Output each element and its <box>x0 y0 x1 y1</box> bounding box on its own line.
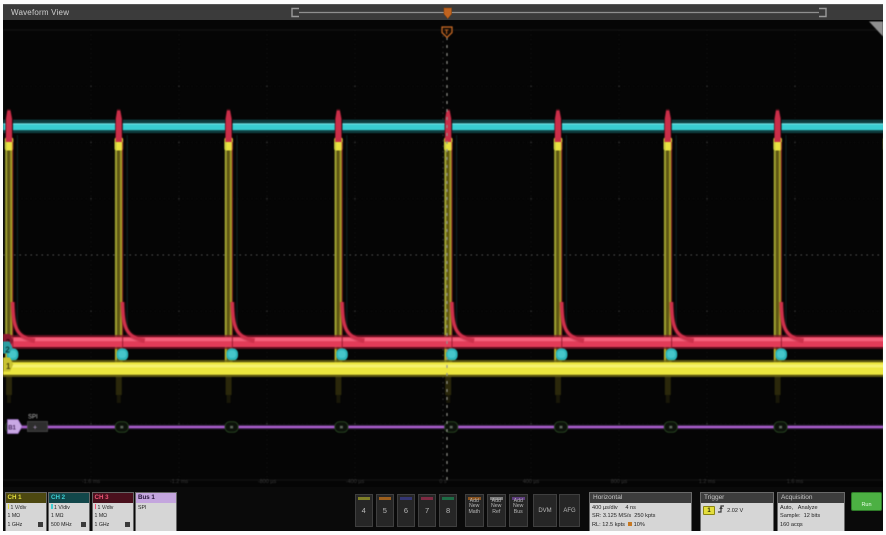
svg-text:-800 µs: -800 µs <box>258 479 277 485</box>
svg-text:+: + <box>33 425 37 432</box>
svg-text:-1.6 ms: -1.6 ms <box>82 479 101 485</box>
svg-text:1.2 ms: 1.2 ms <box>699 479 716 485</box>
svg-text:0 s: 0 s <box>439 479 447 485</box>
svg-text:400 µs: 400 µs <box>523 479 540 485</box>
svg-text:2: 2 <box>5 346 10 355</box>
svg-text:B1: B1 <box>8 426 16 432</box>
svg-text:800 µs: 800 µs <box>611 479 628 485</box>
svg-text:-400 µs: -400 µs <box>346 479 365 485</box>
svg-text:SPI: SPI <box>28 415 38 421</box>
svg-text:1.6 ms: 1.6 ms <box>787 479 804 485</box>
svg-text:1: 1 <box>6 362 11 371</box>
svg-text:-1.2 ms: -1.2 ms <box>170 479 189 485</box>
svg-text:T: T <box>445 29 449 36</box>
